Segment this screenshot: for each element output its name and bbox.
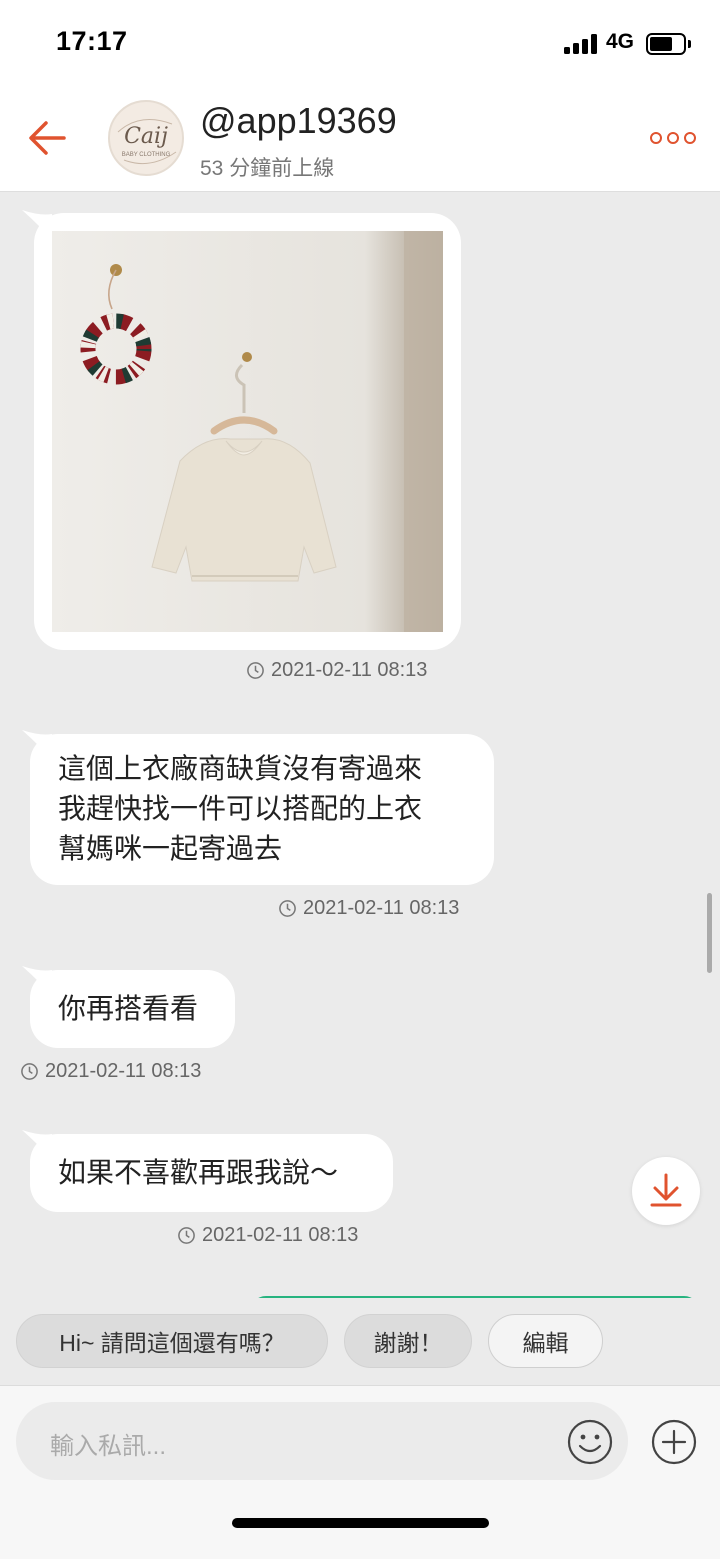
message-list[interactable]: 2021-02-11 08:13 這個上衣廠商缺貨沒有寄過來 我趕快找一件可以搭…	[0, 193, 720, 1298]
more-dots-icon	[650, 132, 662, 144]
chat-screen: 17:17 4G Caij BABY CLOTHING @app19369 53…	[0, 0, 720, 1559]
message-timestamp: 2021-02-11 08:13	[20, 1060, 201, 1083]
quick-reply-edit-button[interactable]: 編輯	[488, 1314, 603, 1368]
avatar[interactable]: Caij BABY CLOTHING	[108, 100, 184, 176]
clock-icon	[21, 1063, 38, 1080]
download-arrow-icon	[650, 1173, 682, 1207]
message-input[interactable]: 輸入私訊...	[16, 1402, 628, 1480]
clock-icon	[247, 662, 264, 679]
timestamp-text: 2021-02-11 08:13	[271, 659, 428, 681]
quick-replies: Hi~ 請問這個還有嗎？ 謝謝！ 編輯	[0, 1298, 720, 1385]
network-label: 4G	[606, 30, 635, 53]
message-photo[interactable]	[52, 231, 443, 632]
input-bar: 輸入私訊...	[0, 1385, 720, 1559]
quick-reply-thanks[interactable]: 謝謝！	[344, 1314, 472, 1368]
message-timestamp: 2021-02-11 08:13	[246, 659, 427, 682]
smiley-icon	[567, 1419, 613, 1465]
username[interactable]: @app19369	[200, 100, 397, 142]
home-indicator	[232, 1518, 489, 1528]
emoji-button[interactable]	[566, 1418, 614, 1466]
clock-icon	[279, 900, 296, 917]
clock-icon	[178, 1227, 195, 1244]
message-text: 如果不喜歡再跟我說～	[58, 1157, 339, 1188]
quick-reply-hi[interactable]: Hi~ 請問這個還有嗎？	[16, 1314, 328, 1368]
message-text: 你再搭看看	[58, 993, 199, 1024]
avatar-logo-text: Caij	[124, 124, 168, 149]
back-arrow-icon	[29, 121, 66, 155]
battery-icon	[646, 33, 686, 55]
signal-icon	[564, 34, 600, 54]
plus-button[interactable]	[650, 1418, 698, 1466]
timestamp-text: 2021-02-11 08:13	[303, 897, 460, 919]
chat-header: Caij BABY CLOTHING @app19369 53 分鐘前上線	[0, 88, 720, 192]
message-text: 這個上衣廠商缺貨沒有寄過來 我趕快找一件可以搭配的上衣 幫媽咪一起寄過去	[58, 753, 423, 864]
more-dot	[667, 132, 679, 144]
battery-cap	[688, 40, 691, 48]
text-message-bubble[interactable]: 如果不喜歡再跟我說～	[30, 1134, 393, 1212]
text-message-bubble[interactable]: 你再搭看看	[30, 970, 235, 1048]
online-status: 53 分鐘前上線	[200, 157, 335, 180]
more-button[interactable]	[650, 128, 696, 148]
scrollbar[interactable]	[707, 893, 712, 973]
wreath-and-cream-blouse-photo	[52, 231, 443, 632]
message-input-placeholder: 輸入私訊...	[50, 1433, 167, 1460]
avatar-logo-subtext: BABY CLOTHING	[121, 152, 171, 158]
back-button[interactable]	[22, 112, 74, 164]
scroll-to-bottom-button[interactable]	[632, 1157, 700, 1225]
status-bar: 17:17 4G	[0, 0, 720, 88]
plus-circle-icon	[651, 1419, 697, 1465]
message-timestamp: 2021-02-11 08:13	[278, 897, 459, 920]
text-message-bubble[interactable]: 這個上衣廠商缺貨沒有寄過來 我趕快找一件可以搭配的上衣 幫媽咪一起寄過去	[30, 734, 494, 885]
status-time: 17:17	[56, 26, 128, 56]
image-message-bubble[interactable]	[34, 213, 461, 650]
timestamp-text: 2021-02-11 08:13	[45, 1060, 202, 1082]
timestamp-text: 2021-02-11 08:13	[202, 1224, 359, 1246]
message-timestamp: 2021-02-11 08:13	[177, 1224, 358, 1247]
more-dot	[684, 132, 696, 144]
